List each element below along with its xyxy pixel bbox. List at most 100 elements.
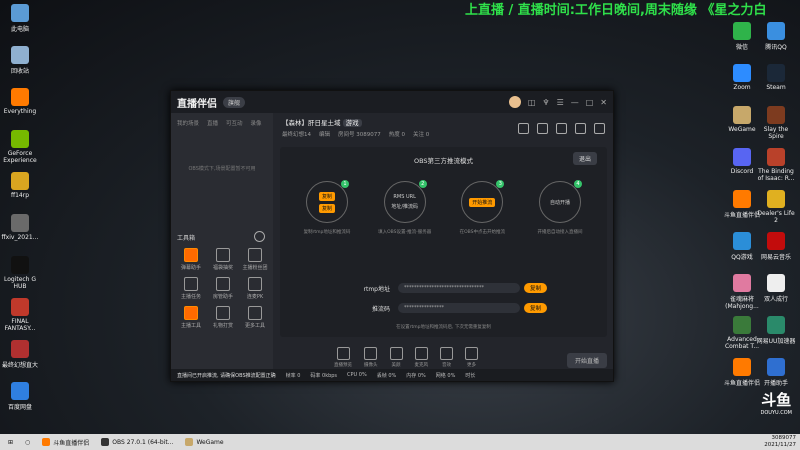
lock-icon[interactable] <box>537 123 548 134</box>
app-icon <box>767 106 785 124</box>
sidebar-tab[interactable]: 录像 <box>251 119 262 127</box>
app-icon <box>767 316 785 334</box>
tool-item[interactable]: 弹幕助手 <box>175 248 207 271</box>
desktop-icon[interactable]: 腾讯QQ <box>756 22 796 51</box>
screenshot-icon[interactable] <box>518 123 529 134</box>
taskbar-app[interactable]: WeGame <box>181 436 227 448</box>
toolbar-button[interactable]: 麦克风 <box>414 347 429 368</box>
sidebar-tab[interactable]: 我的场景 <box>177 119 199 127</box>
app-icon <box>11 214 29 232</box>
desktop-icon[interactable]: 网易云音乐 <box>756 232 796 261</box>
status-item: 内存 0% <box>406 372 426 379</box>
desktop-icon-label: 网易UU加速器 <box>756 338 796 345</box>
share-icon[interactable] <box>594 123 605 134</box>
tool-item[interactable]: 房管助手 <box>207 277 239 300</box>
desktop-icon[interactable]: Logitech G HUB <box>0 256 40 290</box>
tool-label: 福袋抽奖 <box>212 265 233 271</box>
minimize-icon[interactable]: — <box>571 98 579 107</box>
desktop-icon[interactable]: 此电脑 <box>0 4 40 33</box>
sidebar-tab[interactable]: 直播 <box>207 119 218 127</box>
desktop-icon[interactable]: Slay the Spire <box>756 106 796 140</box>
step-button[interactable]: 开始推流 <box>469 197 496 207</box>
desktop-icon[interactable]: 百度网盘 <box>0 382 40 411</box>
desktop-icon[interactable]: Steam <box>756 64 796 91</box>
desktop-icon[interactable]: GeForce Experience <box>0 130 40 164</box>
maximize-icon[interactable]: □ <box>586 98 594 107</box>
toolbar-button[interactable]: 直播预览 <box>334 347 352 368</box>
room-edit[interactable]: 编辑 <box>319 130 330 138</box>
room-category[interactable]: 最终幻想14 <box>282 130 311 138</box>
desktop-icon[interactable]: 开播助手 <box>756 358 796 387</box>
app-icon <box>733 22 751 40</box>
app-icon <box>11 46 29 64</box>
desktop-icon[interactable]: 网易UU加速器 <box>756 316 796 345</box>
tool-item[interactable]: 主播工具 <box>175 306 207 329</box>
tool-icon <box>216 306 230 320</box>
tool-label: 主播任务 <box>180 294 201 300</box>
tool-item[interactable]: 主播任务 <box>175 277 207 300</box>
main-panel: 【森林】肝日星土域 游戏 最终幻想14 编辑 房间号 3089077 热度 0 … <box>274 113 613 369</box>
notify-icon[interactable]: ◫ <box>528 98 536 107</box>
search-icon[interactable]: ○ <box>21 436 34 448</box>
tool-item[interactable]: 连麦PK <box>239 277 271 300</box>
rtmp-input[interactable]: ******************************** <box>398 283 520 293</box>
room-title[interactable]: 【森林】肝日星土域 <box>282 119 341 127</box>
desktop-icon-label: ffxiv_2021... <box>1 234 39 241</box>
version-badge[interactable]: 旗舰 <box>223 96 246 108</box>
room-meta-1: 热度 0 <box>388 132 406 138</box>
start-live-button[interactable]: 开始直播 <box>566 353 607 368</box>
bell-icon[interactable] <box>575 123 586 134</box>
shirt-icon[interactable]: ♆ <box>542 98 549 107</box>
desktop-icon[interactable]: Dealer's Life 2 <box>756 190 796 224</box>
app-icon <box>767 232 785 250</box>
clock[interactable]: 3089077 2021/11/27 <box>764 435 796 449</box>
desktop-icon[interactable]: Everything <box>0 88 40 115</box>
start-button[interactable]: ⊞ <box>4 436 17 448</box>
toolbar-button[interactable]: 摄像头 <box>364 347 378 368</box>
avatar[interactable] <box>508 96 521 108</box>
app-icon <box>11 172 29 190</box>
desktop-icon-label: 百度网盘 <box>7 404 32 411</box>
desktop-icon[interactable]: 双人成行 <box>756 274 796 303</box>
tool-item[interactable]: 礼物打赏 <box>207 306 239 329</box>
tool-item[interactable]: 主播粉丝团 <box>239 248 271 271</box>
step-line: 地址/推流码 <box>391 204 418 210</box>
tool-item[interactable]: 福袋抽奖 <box>207 248 239 271</box>
room-meta-0: 房间号 3089077 <box>338 132 381 138</box>
exit-button[interactable]: 退出 <box>572 152 597 165</box>
step-number: 2 <box>418 180 427 188</box>
room-tag: 游戏 <box>342 119 362 127</box>
stream-key-copy-button[interactable]: 复制 <box>523 303 547 313</box>
obs-mode-title: OBS第三方推流模式 <box>413 157 474 165</box>
step-desc: 开播后自动接入直播间 <box>537 230 583 235</box>
toolbar-icon <box>336 347 350 360</box>
tool-icon <box>184 248 198 262</box>
app-icon <box>11 88 29 106</box>
sidebar-tab[interactable]: 可互动 <box>226 119 243 127</box>
desktop-icon[interactable]: 回收站 <box>0 46 40 75</box>
toolbar-label: 摄像头 <box>364 363 378 368</box>
desktop-icon[interactable]: The Binding of Isaac: R... <box>756 148 796 182</box>
status-notice[interactable]: 直播间已开启推流, 请确保OBS推流配置正确 <box>177 372 276 379</box>
status-item: 帧率 0 <box>285 372 301 379</box>
desktop-icon[interactable]: 最终幻想直大 <box>0 340 40 369</box>
step-button[interactable]: 复制 <box>318 203 335 213</box>
desktop-icon[interactable]: FINAL FANTASY... <box>0 298 40 332</box>
toolbox-toggle-icon[interactable] <box>254 231 265 242</box>
toolbar-button[interactable]: 美颜 <box>389 347 403 368</box>
tool-item[interactable]: 更多工具 <box>239 306 271 329</box>
close-icon[interactable]: ✕ <box>600 98 607 107</box>
rtmp-copy-button[interactable]: 复制 <box>523 283 547 293</box>
obs-mode-panel: OBS第三方推流模式 退出 1 复制 复制 复制rtmp地址和推流码 2 RMS URL 地… <box>280 147 607 337</box>
taskbar-app[interactable]: OBS 27.0.1 (64-bit... <box>97 436 177 448</box>
desktop-icon[interactable]: ffxiv_2021... <box>0 214 40 241</box>
settings-icon[interactable]: ☰ <box>557 98 564 107</box>
step-button[interactable]: 复制 <box>318 191 335 201</box>
stream-key-input[interactable]: **************** <box>398 303 520 313</box>
toolbar-label: 麦克风 <box>414 363 429 368</box>
record-icon[interactable] <box>556 123 567 134</box>
toolbar-button[interactable]: 更多 <box>465 347 478 368</box>
desktop-icon[interactable]: ff14rp <box>0 172 40 199</box>
taskbar-app[interactable]: 斗鱼直播伴侣 <box>38 436 93 448</box>
toolbar-button[interactable]: 音效 <box>440 347 453 368</box>
